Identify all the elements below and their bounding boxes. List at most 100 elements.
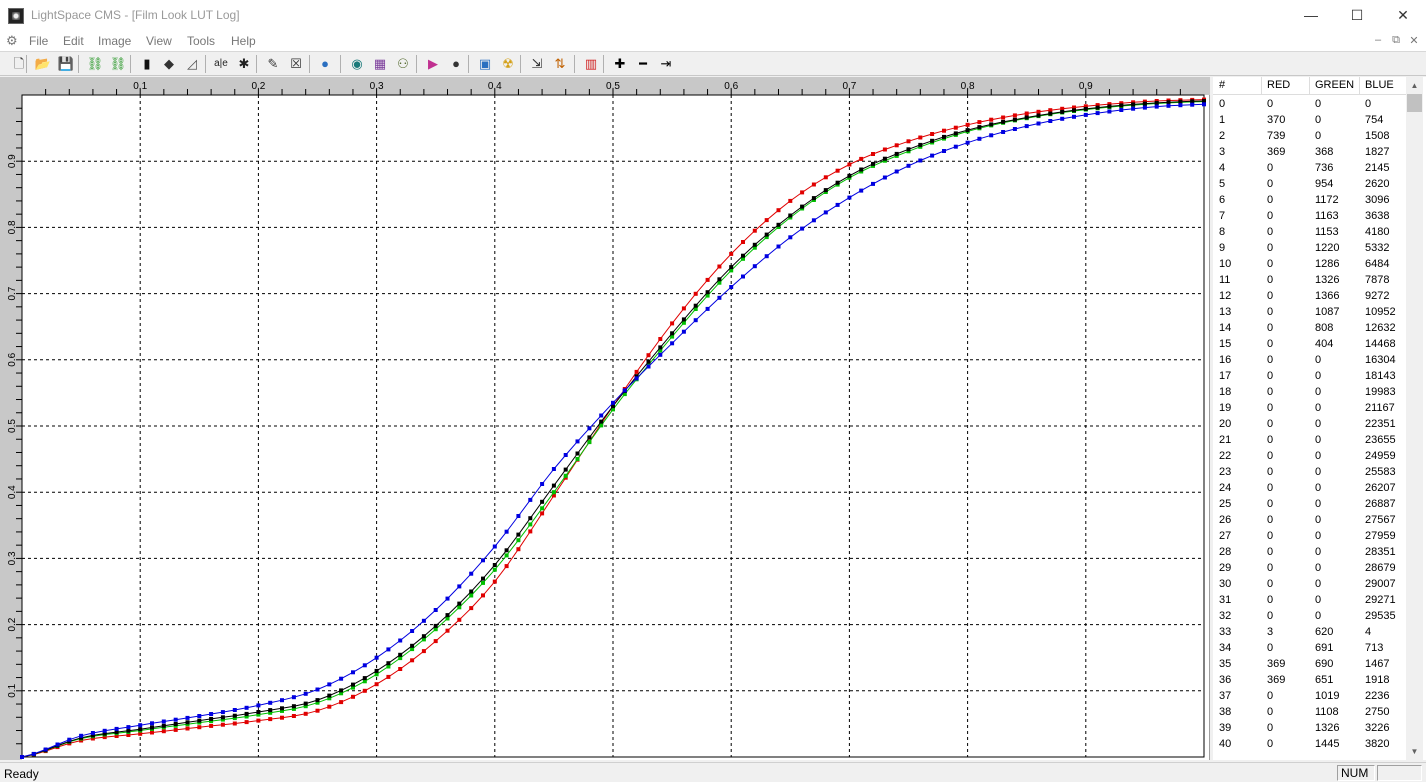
table-row[interactable]: 16 0 0 16304 — [1213, 353, 1406, 369]
star-burst-icon[interactable]: ✱ — [235, 55, 253, 73]
table-row[interactable]: 22 0 0 24959 — [1213, 449, 1406, 465]
series-point-3 — [492, 544, 497, 549]
table-row[interactable]: 40 0 1445 3820 — [1213, 737, 1406, 753]
scroll-up-arrow-icon[interactable]: ▲ — [1406, 77, 1423, 94]
lut-curve-chart[interactable]: 0.1 0.2 0.3 0.4 0.5 0.6 0.7 0.8 0.9 0.1 0.2 0.3 0.4 0… — [0, 77, 1210, 760]
minimize-button[interactable]: — — [1288, 0, 1334, 31]
maximize-button[interactable]: ☐ — [1334, 0, 1380, 31]
radiation-icon[interactable]: ☢ — [499, 55, 517, 73]
table-row[interactable]: 18 0 0 19983 — [1213, 385, 1406, 401]
curve-icon[interactable]: ◿ — [183, 55, 201, 73]
save-icon[interactable]: 💾 — [57, 55, 75, 73]
close-button[interactable]: ✕ — [1380, 0, 1426, 31]
table-row[interactable]: 26 0 0 27567 — [1213, 513, 1406, 529]
series-point-2 — [776, 222, 781, 227]
table-row[interactable]: 13 0 1087 10952 — [1213, 305, 1406, 321]
link-break-icon[interactable]: ⛓ — [109, 55, 127, 73]
table-row[interactable]: 35 369 690 1467 — [1213, 657, 1406, 673]
rgb-bars-icon[interactable]: ▥ — [582, 55, 600, 73]
menu-file[interactable]: File — [29, 34, 48, 48]
mdi-minimize-button[interactable]: – — [1371, 34, 1385, 46]
table-row[interactable]: 7 0 1163 3638 — [1213, 209, 1406, 225]
open-icon[interactable]: 📂 — [34, 55, 52, 73]
table-row[interactable]: 2 739 0 1508 — [1213, 129, 1406, 145]
column-header-green[interactable]: GREEN — [1315, 79, 1354, 95]
mdi-restore-button[interactable]: ⧉ — [1389, 34, 1403, 47]
table-row[interactable]: 15 0 404 14468 — [1213, 337, 1406, 353]
edit-pen-icon[interactable]: ✎ — [264, 55, 282, 73]
cell-index: 31 — [1219, 594, 1232, 606]
table-row[interactable]: 12 0 1366 9272 — [1213, 289, 1406, 305]
series-point-3 — [563, 453, 568, 457]
series-point-2 — [1095, 105, 1100, 110]
table-vertical-scrollbar[interactable]: ▲ ▼ — [1406, 77, 1423, 760]
table-row[interactable]: 36 369 651 1918 — [1213, 673, 1406, 689]
table-row[interactable]: 21 0 0 23655 — [1213, 433, 1406, 449]
table-row[interactable]: 20 0 0 22351 — [1213, 417, 1406, 433]
table-row[interactable]: 0 0 0 0 — [1213, 97, 1406, 113]
scroll-thumb[interactable] — [1407, 94, 1422, 112]
table-row[interactable]: 39 0 1326 3226 — [1213, 721, 1406, 737]
table-row[interactable]: 19 0 0 21167 — [1213, 401, 1406, 417]
table-row[interactable]: 33 3 620 4 — [1213, 625, 1406, 641]
zoom-in-icon[interactable]: ✚ — [611, 55, 629, 73]
table-row[interactable]: 14 0 808 12632 — [1213, 321, 1406, 337]
menu-image[interactable]: Image — [98, 34, 131, 48]
table-row[interactable]: 34 0 691 713 — [1213, 641, 1406, 657]
fit-arrow-icon[interactable]: ⇥ — [657, 55, 675, 73]
menu-view[interactable]: View — [146, 34, 172, 48]
table-row[interactable]: 11 0 1326 7878 — [1213, 273, 1406, 289]
menu-tools[interactable]: Tools — [187, 34, 215, 48]
table-row[interactable]: 24 0 0 26207 — [1213, 481, 1406, 497]
target-icon[interactable]: ◉ — [348, 55, 366, 73]
text-tool-icon[interactable]: a|e — [212, 55, 230, 73]
table-row[interactable]: 25 0 0 26887 — [1213, 497, 1406, 513]
table-row[interactable]: 28 0 0 28351 — [1213, 545, 1406, 561]
cell-blue: 1918 — [1365, 674, 1390, 686]
color-sort-icon[interactable]: ⇅ — [551, 55, 569, 73]
table-row[interactable]: 17 0 0 18143 — [1213, 369, 1406, 385]
table-row[interactable]: 27 0 0 27959 — [1213, 529, 1406, 545]
series-point-3 — [811, 218, 816, 223]
document-system-icon[interactable]: ⚙ — [6, 33, 22, 49]
cell-red: 0 — [1267, 354, 1274, 366]
series-point-2 — [942, 134, 946, 139]
network-icon[interactable]: ⚇ — [394, 55, 412, 73]
table-row[interactable]: 4 0 736 2145 — [1213, 161, 1406, 177]
series-point-2 — [362, 676, 367, 681]
table-row[interactable]: 1 370 0 754 — [1213, 113, 1406, 129]
table-row[interactable]: 8 0 1153 4180 — [1213, 225, 1406, 241]
camera-icon[interactable]: ▣ — [476, 55, 494, 73]
cross-box-icon[interactable]: ☒ — [287, 55, 305, 73]
table-row[interactable]: 30 0 0 29007 — [1213, 577, 1406, 593]
menu-edit[interactable]: Edit — [63, 34, 84, 48]
table-row[interactable]: 38 0 1108 2750 — [1213, 705, 1406, 721]
table-row[interactable]: 32 0 0 29535 — [1213, 609, 1406, 625]
table-row[interactable]: 37 0 1019 2236 — [1213, 689, 1406, 705]
film-icon[interactable]: ▮ — [138, 55, 156, 73]
table-row[interactable]: 31 0 0 29271 — [1213, 593, 1406, 609]
export-icon[interactable]: ⇲ — [528, 55, 546, 73]
play-color-icon[interactable]: ▶ — [424, 55, 442, 73]
table-row[interactable]: 9 0 1220 5332 — [1213, 241, 1406, 257]
cube-icon[interactable]: ◆ — [160, 55, 178, 73]
series-point-0 — [729, 251, 734, 256]
mdi-close-button[interactable]: ✕ — [1407, 34, 1421, 47]
column-header-red[interactable]: RED — [1267, 79, 1290, 95]
column-header-blue[interactable]: BLUE — [1365, 79, 1394, 95]
column-header-index[interactable]: # — [1219, 79, 1225, 95]
link-icon[interactable]: ⛓ — [86, 55, 104, 73]
table-row[interactable]: 3 369 368 1827 — [1213, 145, 1406, 161]
sphere-icon[interactable]: ● — [447, 55, 465, 73]
new-icon[interactable]: 🗋 — [10, 55, 28, 73]
table-row[interactable]: 5 0 954 2620 — [1213, 177, 1406, 193]
table-row[interactable]: 23 0 0 25583 — [1213, 465, 1406, 481]
table-row[interactable]: 6 0 1172 3096 — [1213, 193, 1406, 209]
scroll-down-arrow-icon[interactable]: ▼ — [1406, 743, 1423, 760]
table-row[interactable]: 10 0 1286 6484 — [1213, 257, 1406, 273]
image-grid-icon[interactable]: ▦ — [371, 55, 389, 73]
globe-icon[interactable]: ● — [316, 55, 334, 73]
table-row[interactable]: 29 0 0 28679 — [1213, 561, 1406, 577]
menu-help[interactable]: Help — [231, 34, 256, 48]
zoom-out-icon[interactable]: ━ — [634, 55, 652, 73]
